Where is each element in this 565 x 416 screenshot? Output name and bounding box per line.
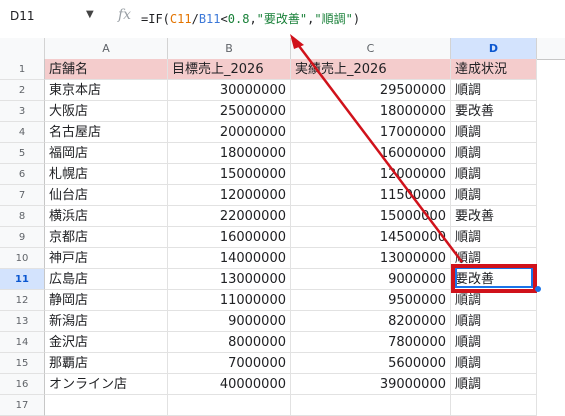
arrow-head bbox=[290, 34, 304, 49]
arrow-line bbox=[295, 41, 463, 263]
annotation-arrow bbox=[290, 34, 463, 263]
